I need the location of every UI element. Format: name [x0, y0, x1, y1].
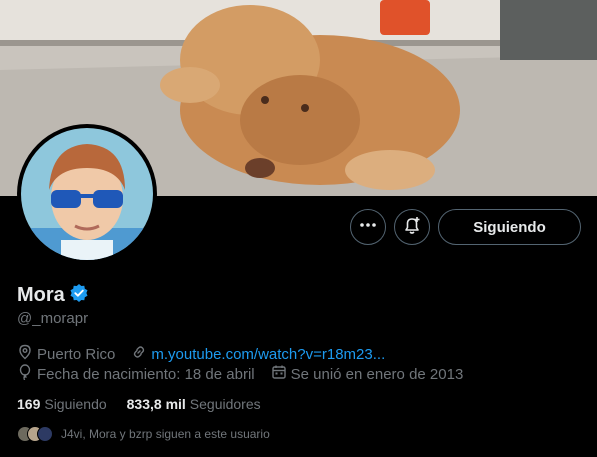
followers-stat[interactable]: 833,8 mil Seguidores	[127, 396, 261, 412]
known-follower-avatar	[37, 426, 53, 442]
location-text: Puerto Rico	[37, 345, 116, 363]
website-item[interactable]: m.youtube.com/watch?v=r18m23...	[131, 344, 385, 364]
known-followers[interactable]: J4vi, Mora y bzrp siguen a este usuario	[17, 426, 270, 442]
followers-label: Seguidores	[189, 396, 261, 412]
following-stat[interactable]: 169 Siguiendo	[17, 396, 107, 412]
more-dots-icon	[359, 216, 377, 239]
followers-count: 833,8 mil	[126, 396, 186, 412]
joined-item: Se unió en enero de 2013	[271, 364, 464, 384]
balloon-icon	[17, 364, 33, 384]
location-pin-icon	[17, 344, 33, 364]
more-button[interactable]	[350, 209, 386, 245]
profile-actions: Siguiendo	[350, 209, 581, 245]
following-label: Siguiendo	[44, 396, 107, 412]
location-item: Puerto Rico	[17, 344, 115, 364]
birthday-text: Fecha de nacimiento: 18 de abril	[37, 365, 255, 383]
profile-meta-row-2: Fecha de nacimiento: 18 de abril Se unió…	[17, 364, 475, 384]
profile-meta-row-1: Puerto Rico m.youtube.com/watch?v=r18m23…	[17, 344, 397, 364]
following-button[interactable]: Siguiendo	[438, 209, 581, 245]
birthday-item: Fecha de nacimiento: 18 de abril	[17, 364, 255, 384]
joined-text: Se unió en enero de 2013	[290, 365, 464, 383]
profile-stats: 169 Siguiendo 833,8 mil Seguidores	[17, 396, 261, 412]
display-name: Mora	[17, 284, 65, 306]
avatar-image	[21, 128, 153, 260]
calendar-icon	[271, 364, 287, 384]
verified-badge-icon[interactable]	[69, 283, 89, 308]
link-icon	[131, 344, 147, 364]
following-count: 169	[17, 396, 41, 412]
profile-avatar[interactable]	[17, 124, 157, 264]
bell-plus-icon	[402, 215, 422, 240]
known-followers-text: J4vi, Mora y bzrp siguen a este usuario	[61, 427, 270, 441]
known-followers-avatars	[17, 426, 53, 442]
website-link[interactable]: m.youtube.com/watch?v=r18m23...	[151, 346, 385, 363]
profile-handle: @_morapr	[17, 310, 89, 327]
profile-name-row: Mora	[17, 283, 89, 308]
notifications-button[interactable]	[394, 209, 430, 245]
